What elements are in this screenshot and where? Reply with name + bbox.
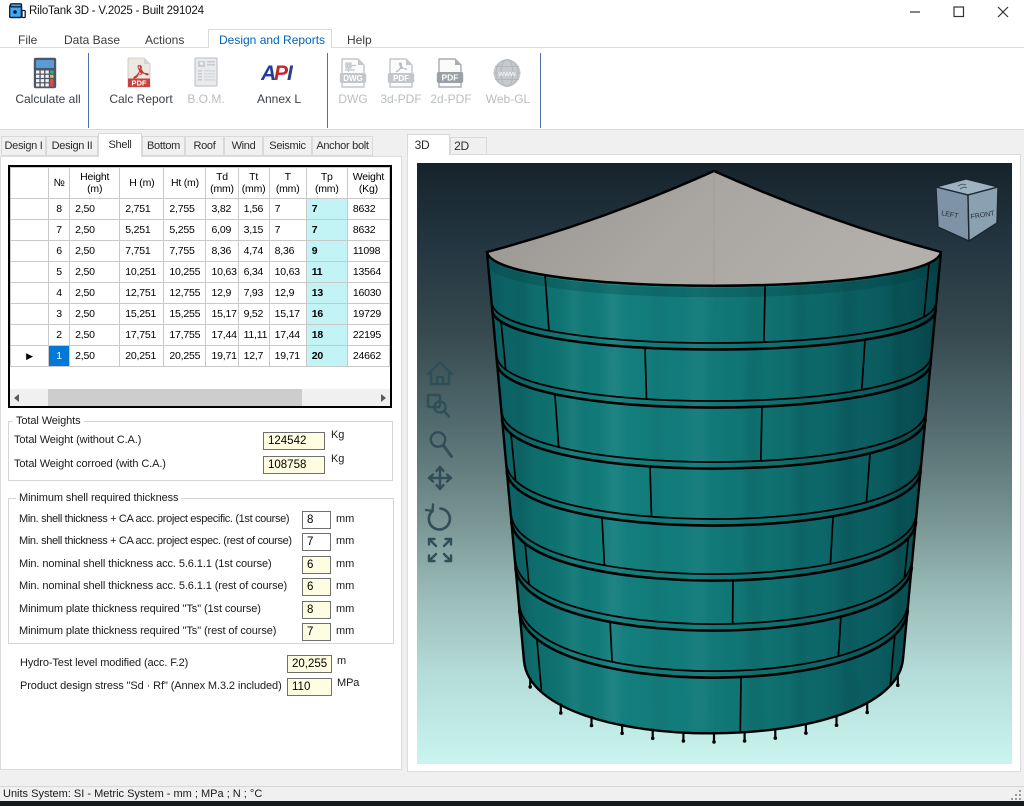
svg-text:I: I [287, 62, 294, 85]
svg-text:PDF: PDF [393, 74, 409, 83]
svg-text:www: www [497, 69, 516, 78]
svg-text:PDF: PDF [132, 78, 147, 87]
svg-text:PDF: PDF [442, 73, 459, 83]
svg-text:DWG: DWG [343, 74, 363, 83]
